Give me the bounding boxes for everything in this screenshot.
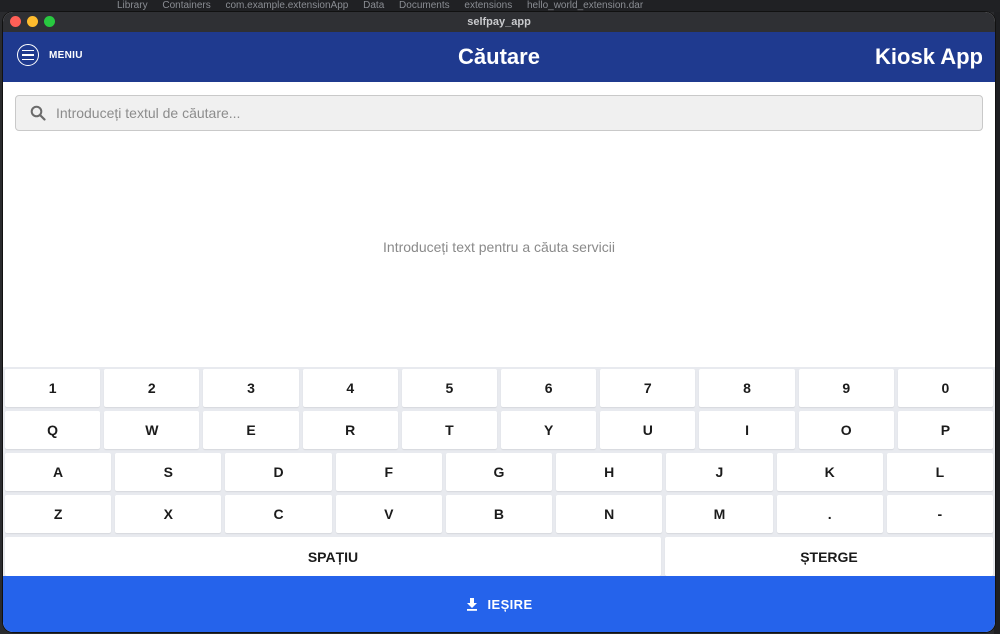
results-area: Introduceți text pentru a căuta servicii — [3, 131, 995, 362]
bg-crumb: Containers — [162, 0, 211, 11]
key-t[interactable]: T — [401, 411, 498, 449]
on-screen-keyboard: 1 2 3 4 5 6 7 8 9 0 Q W E R T Y U I O P … — [3, 367, 995, 576]
key-j[interactable]: J — [666, 453, 773, 491]
key-d[interactable]: D — [225, 453, 332, 491]
key-f[interactable]: F — [335, 453, 442, 491]
key-l[interactable]: L — [886, 453, 993, 491]
key-z[interactable]: Z — [5, 495, 112, 533]
key-x[interactable]: X — [115, 495, 222, 533]
minimize-window-button[interactable] — [27, 16, 38, 27]
window-controls — [10, 16, 55, 27]
search-icon — [30, 105, 46, 121]
keyboard-row-qwerty: Q W E R T Y U I O P — [5, 411, 994, 449]
bg-crumb: extensions — [464, 0, 513, 11]
key-6[interactable]: 6 — [501, 369, 597, 407]
key-y[interactable]: Y — [501, 411, 597, 449]
bg-crumb: Data — [363, 0, 385, 11]
key-1[interactable]: 1 — [5, 369, 101, 407]
background-breadcrumb: Library Containers com.example.extension… — [0, 0, 1000, 12]
key-o[interactable]: O — [798, 411, 894, 449]
search-section — [3, 82, 995, 131]
key-e[interactable]: E — [203, 411, 299, 449]
key-2[interactable]: 2 — [104, 369, 200, 407]
key-hyphen[interactable]: - — [886, 495, 993, 533]
bg-crumb: Library — [117, 0, 148, 11]
key-0[interactable]: 0 — [897, 369, 994, 407]
brand-title: Kiosk App — [875, 44, 983, 69]
key-v[interactable]: V — [335, 495, 442, 533]
key-4[interactable]: 4 — [302, 369, 398, 407]
download-icon — [467, 598, 478, 611]
key-period[interactable]: . — [776, 495, 883, 533]
key-h[interactable]: H — [556, 453, 663, 491]
key-k[interactable]: K — [776, 453, 883, 491]
app-bar: MENIU Căutare Kiosk App — [3, 32, 995, 82]
key-a[interactable]: A — [5, 453, 112, 491]
delete-key[interactable]: ȘTERGE — [665, 537, 993, 576]
bg-crumb: Documents — [399, 0, 450, 11]
keyboard-row-asdf: A S D F G H J K L — [5, 453, 993, 491]
key-p[interactable]: P — [897, 411, 994, 449]
search-input[interactable] — [54, 104, 982, 122]
space-key[interactable]: SPAȚIU — [5, 537, 661, 576]
key-u[interactable]: U — [600, 411, 696, 449]
exit-button[interactable]: IEȘIRE — [3, 576, 995, 632]
key-s[interactable]: S — [115, 453, 222, 491]
key-5[interactable]: 5 — [401, 369, 498, 407]
close-window-button[interactable] — [10, 16, 21, 27]
search-box[interactable] — [15, 95, 983, 131]
key-3[interactable]: 3 — [203, 369, 299, 407]
window-title: selfpay_app — [467, 16, 531, 28]
menu-button[interactable]: MENIU — [17, 44, 83, 66]
key-b[interactable]: B — [445, 495, 553, 533]
key-8[interactable]: 8 — [699, 369, 795, 407]
key-n[interactable]: N — [556, 495, 663, 533]
window-titlebar: selfpay_app — [3, 12, 995, 32]
page-title: Căutare — [458, 44, 540, 69]
bg-crumb: com.example.extensionApp — [225, 0, 349, 11]
key-9[interactable]: 9 — [798, 369, 894, 407]
hamburger-icon — [17, 44, 39, 66]
key-r[interactable]: R — [302, 411, 398, 449]
keyboard-row-digits: 1 2 3 4 5 6 7 8 9 0 — [5, 369, 994, 407]
bg-crumb: hello_world_extension.dar — [527, 0, 644, 11]
key-m[interactable]: M — [666, 495, 773, 533]
empty-results-message: Introduceți text pentru a căuta servicii — [383, 238, 615, 255]
key-c[interactable]: C — [225, 495, 332, 533]
exit-label: IEȘIRE — [487, 596, 533, 612]
maximize-window-button[interactable] — [44, 16, 55, 27]
key-w[interactable]: W — [104, 411, 200, 449]
keyboard-row-actions: SPAȚIU ȘTERGE — [5, 537, 993, 576]
keyboard-row-zxcv: Z X C V B N M . - — [5, 495, 993, 533]
key-g[interactable]: G — [445, 453, 553, 491]
app-window: selfpay_app MENIU Căutare Kiosk App Intr… — [3, 12, 995, 632]
menu-label: MENIU — [49, 49, 83, 61]
key-q[interactable]: Q — [5, 411, 101, 449]
key-i[interactable]: I — [699, 411, 795, 449]
key-7[interactable]: 7 — [600, 369, 696, 407]
